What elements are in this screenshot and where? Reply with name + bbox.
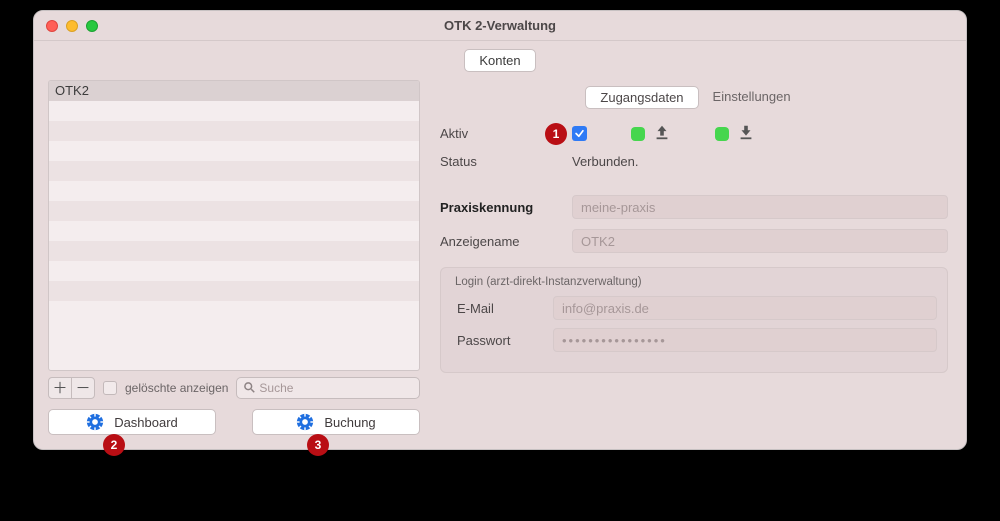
list-item[interactable] [49, 161, 419, 181]
gear-icon [296, 413, 314, 431]
active-label: Aktiv [440, 126, 560, 141]
list-item[interactable] [49, 221, 419, 241]
email-label: E-Mail [451, 301, 541, 316]
list-item[interactable] [49, 201, 419, 221]
details-pane: Zugangsdaten Einstellungen Aktiv [438, 80, 952, 435]
login-group: Login (arzt-direkt-Instanzverwaltung) E-… [440, 267, 948, 373]
details-tabs: Zugangsdaten Einstellungen [438, 86, 952, 109]
list-item[interactable] [49, 141, 419, 161]
list-item[interactable] [49, 181, 419, 201]
booking-button[interactable]: Buchung [252, 409, 420, 435]
booking-label: Buchung [324, 415, 375, 430]
upload-icon[interactable] [653, 123, 671, 144]
top-tab-label: Konten [479, 53, 520, 68]
gear-icon [86, 413, 104, 431]
password-input[interactable]: •••••••••••••••• [553, 328, 937, 352]
search-input[interactable]: Suche [236, 377, 420, 399]
titlebar: OTK 2-Verwaltung [34, 11, 966, 41]
list-item[interactable] [49, 241, 419, 261]
tab-settings[interactable]: Einstellungen [699, 86, 805, 109]
add-account-button[interactable]: ＋ [48, 377, 72, 399]
magnify-icon [243, 381, 255, 396]
list-item[interactable] [49, 281, 419, 301]
status-indicator-upload [631, 127, 645, 141]
status-indicator-download [715, 127, 729, 141]
status-label: Status [440, 154, 560, 169]
list-item[interactable]: OTK2 [49, 81, 419, 101]
dashboard-label: Dashboard [114, 415, 178, 430]
list-item[interactable] [49, 301, 419, 321]
login-legend: Login (arzt-direkt-Instanzverwaltung) [455, 276, 937, 288]
active-checkbox[interactable] [572, 126, 587, 141]
remove-account-button[interactable]: － [71, 377, 95, 399]
download-icon[interactable] [737, 123, 755, 144]
practice-id-label: Praxiskennung [440, 200, 560, 215]
window-title: OTK 2-Verwaltung [34, 18, 966, 33]
app-window: OTK 2-Verwaltung Konten OTK2 ＋ [33, 10, 967, 450]
list-item[interactable] [49, 101, 419, 121]
display-name-input[interactable]: OTK2 [572, 229, 948, 253]
display-name-label: Anzeigename [440, 234, 560, 249]
search-placeholder: Suche [259, 381, 293, 395]
show-deleted-checkbox[interactable] [103, 381, 117, 395]
list-item[interactable] [49, 121, 419, 141]
practice-id-input[interactable]: meine-praxis [572, 195, 948, 219]
accounts-side: OTK2 ＋ － gelöschte anzeigen [48, 80, 420, 435]
status-value: Verbunden. [572, 154, 948, 169]
password-label: Passwort [451, 333, 541, 348]
download-status-group [715, 123, 755, 144]
list-item[interactable] [49, 261, 419, 281]
show-deleted-label: gelöschte anzeigen [125, 381, 228, 395]
top-tab-konten[interactable]: Konten [464, 49, 535, 72]
dashboard-button[interactable]: Dashboard [48, 409, 216, 435]
email-input[interactable]: info@praxis.de [553, 296, 937, 320]
accounts-list[interactable]: OTK2 [48, 80, 420, 371]
tab-access-data[interactable]: Zugangsdaten [585, 86, 698, 109]
upload-status-group [631, 123, 671, 144]
